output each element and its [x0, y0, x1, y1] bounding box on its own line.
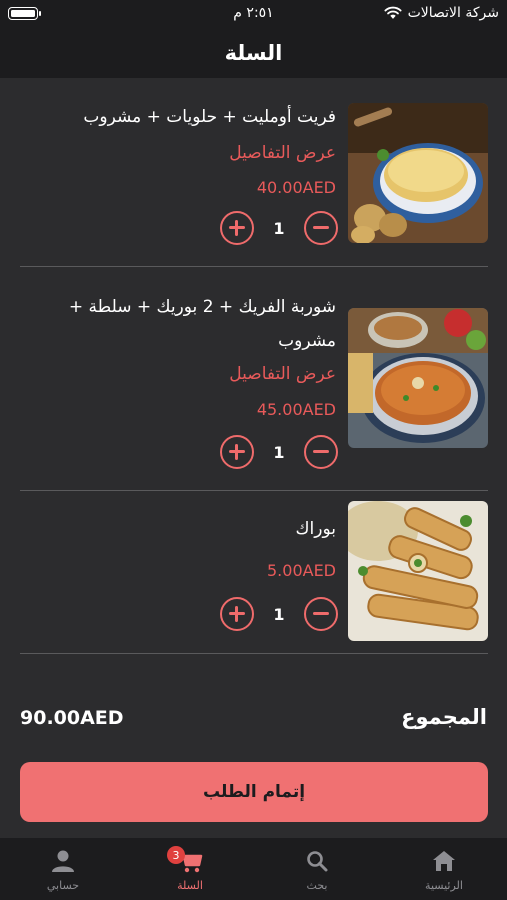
item-image-bourak[interactable] [348, 501, 488, 641]
item-name: شوربة الفريك + 2 بوريك + سلطة + مشروب [68, 297, 336, 351]
cart-count-badge: 3 [167, 846, 185, 864]
view-details-link[interactable]: عرض التفاصيل [229, 364, 336, 384]
item-name: فريت أومليت + حلويات + مشروب [83, 107, 336, 127]
divider [20, 266, 488, 267]
decrease-quantity-button[interactable] [304, 597, 338, 631]
view-details-link[interactable]: عرض التفاصيل [229, 143, 336, 163]
quantity-value: 1 [273, 218, 285, 238]
carrier-name: شركة الاتصالات [407, 5, 499, 21]
tab-label: السلة [177, 879, 203, 892]
item-name: بوراك [295, 519, 336, 539]
quantity-value: 1 [273, 442, 285, 462]
cart-item: شوربة الفريك + 2 بوريك + سلطة + مشروب عر… [20, 297, 488, 469]
tab-label: بحث [306, 879, 328, 892]
quantity-stepper: 1 [220, 211, 338, 245]
person-icon [52, 850, 74, 872]
carrier-info: شركة الاتصالات [384, 5, 499, 21]
page-title: السلة [224, 41, 283, 65]
total-value: 90.00AED [20, 707, 124, 729]
decrease-quantity-button[interactable] [304, 435, 338, 469]
cart-item: فريت أومليت + حلويات + مشروب عرض التفاصي… [20, 103, 488, 245]
page-header: السلة [0, 28, 507, 78]
home-icon [433, 851, 455, 871]
bottom-tab-bar: حسابي 3 السلة بحث الرئيسية [0, 838, 507, 900]
quantity-stepper: 1 [220, 597, 338, 631]
quantity-stepper: 1 [220, 435, 338, 469]
divider [20, 490, 488, 491]
order-total: المجموع 90.00AED [20, 705, 487, 737]
increase-quantity-button[interactable] [220, 211, 254, 245]
checkout-button[interactable]: إتمام الطلب [20, 762, 488, 822]
item-image-omelette[interactable] [348, 103, 488, 243]
divider [20, 653, 488, 654]
item-image-soup[interactable] [348, 308, 488, 448]
search-icon [307, 851, 328, 872]
tab-home[interactable]: الرئيسية [381, 838, 507, 900]
increase-quantity-button[interactable] [220, 435, 254, 469]
wifi-icon [384, 6, 402, 19]
item-price: 45.00AED [256, 400, 336, 419]
tab-label: حسابي [46, 879, 80, 892]
item-price: 5.00AED [267, 561, 336, 580]
item-price: 40.00AED [256, 178, 336, 197]
status-bar: ٢:٥١ م شركة الاتصالات [0, 0, 507, 28]
tab-label: الرئيسية [425, 879, 463, 892]
increase-quantity-button[interactable] [220, 597, 254, 631]
tab-cart[interactable]: 3 السلة [127, 838, 253, 900]
total-label: المجموع [401, 705, 487, 729]
checkout-label: إتمام الطلب [202, 782, 306, 802]
tab-search[interactable]: بحث [254, 838, 380, 900]
decrease-quantity-button[interactable] [304, 211, 338, 245]
cart-item: بوراك 5.00AED 1 [20, 501, 488, 641]
tab-account[interactable]: حسابي [0, 838, 126, 900]
quantity-value: 1 [273, 604, 285, 624]
